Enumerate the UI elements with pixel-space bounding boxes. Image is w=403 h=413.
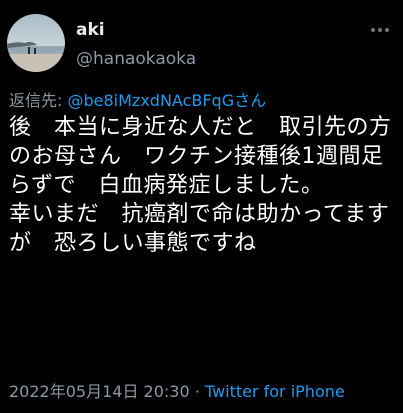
reply-to-handle-link[interactable]: @be8iMzxdNAcBFqGさん [67,91,266,110]
beach-photo-avatar-icon [7,14,65,72]
meta-separator: · [189,382,205,401]
avatar[interactable] [7,14,65,72]
reply-context: 返信先: @be8iMzxdNAcBFqGさん [9,87,266,111]
display-name[interactable]: aki [76,20,105,40]
username[interactable]: @hanaokaoka [76,49,196,69]
tweet-meta: 2022年05月14日 20:30 · Twitter for iPhone [9,378,345,402]
tweet-header: aki @hanaokaoka [0,0,403,80]
tweet-text: 後 本当に身近な人だと 取引先の方のお母さん ワクチン接種後1週間足らずで 白血… [9,115,392,256]
reply-label: 返信先: [9,91,68,110]
source-link[interactable]: Twitter for iPhone [205,382,345,401]
more-options-icon[interactable] [369,20,391,40]
timestamp-link[interactable]: 2022年05月14日 20:30 [9,382,190,401]
